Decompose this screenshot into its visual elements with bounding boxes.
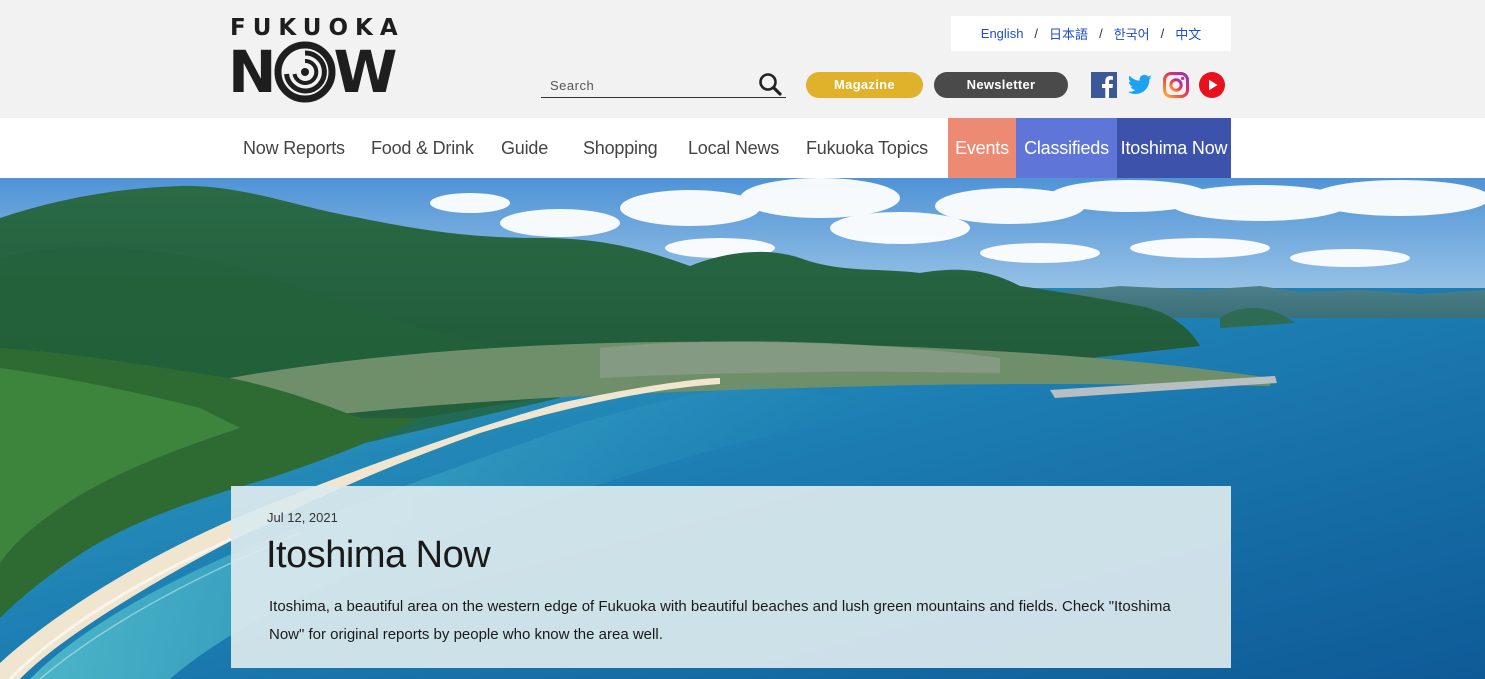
lang-english-link[interactable]: English bbox=[981, 26, 1024, 41]
nav-local-news[interactable]: Local News bbox=[688, 118, 779, 178]
site-header: FUKUOKA N W English / 日本語 / 한국어 / 中文 Sea… bbox=[0, 0, 1485, 118]
logo-swirl-icon bbox=[274, 41, 336, 103]
lang-korean-link[interactable]: 한국어 bbox=[1114, 24, 1150, 43]
lang-separator: / bbox=[1034, 26, 1039, 41]
search-input[interactable] bbox=[550, 78, 750, 93]
lang-japanese-link[interactable]: 日本語 bbox=[1049, 24, 1088, 43]
instagram-icon[interactable] bbox=[1163, 72, 1189, 98]
twitter-icon[interactable] bbox=[1127, 72, 1153, 98]
logo-letter-n: N bbox=[228, 38, 277, 106]
logo-letter-w: W bbox=[333, 38, 398, 106]
hero-banner: Jul 12, 2021 Itoshima Now Itoshima, a be… bbox=[0, 178, 1485, 679]
featured-article-card[interactable]: Jul 12, 2021 Itoshima Now Itoshima, a be… bbox=[231, 486, 1231, 668]
nav-classifieds[interactable]: Classifieds bbox=[1016, 118, 1117, 178]
newsletter-button[interactable]: Newsletter bbox=[934, 72, 1068, 98]
lang-separator: / bbox=[1099, 26, 1103, 41]
logo-wordmark-top: FUKUOKA bbox=[230, 15, 405, 41]
fukuoka-now-logo[interactable]: FUKUOKA N W bbox=[228, 15, 430, 106]
search-icon[interactable] bbox=[758, 72, 782, 96]
logo-wordmark-bottom: N W bbox=[228, 38, 398, 106]
nav-food-drink[interactable]: Food & Drink bbox=[371, 118, 474, 178]
search-bar bbox=[541, 70, 786, 98]
magazine-button[interactable]: Magazine bbox=[806, 72, 923, 98]
nav-shopping[interactable]: Shopping bbox=[583, 118, 658, 178]
article-date: Jul 12, 2021 bbox=[267, 510, 338, 525]
main-nav: Now Reports Food & Drink Guide Shopping … bbox=[0, 118, 1485, 178]
article-title[interactable]: Itoshima Now bbox=[266, 534, 491, 577]
article-description: Itoshima, a beautiful area on the wester… bbox=[269, 598, 1171, 643]
nav-events[interactable]: Events bbox=[948, 118, 1016, 178]
nav-now-reports[interactable]: Now Reports bbox=[243, 118, 345, 178]
facebook-icon[interactable] bbox=[1091, 72, 1117, 98]
nav-fukuoka-topics[interactable]: Fukuoka Topics bbox=[806, 118, 928, 178]
nav-itoshima-now[interactable]: Itoshima Now bbox=[1117, 118, 1231, 178]
lang-chinese-link[interactable]: 中文 bbox=[1175, 24, 1201, 43]
language-switcher: English / 日本語 / 한국어 / 中文 bbox=[951, 16, 1231, 51]
nav-guide[interactable]: Guide bbox=[501, 118, 548, 178]
lang-separator: / bbox=[1160, 26, 1165, 41]
youtube-icon[interactable] bbox=[1199, 72, 1225, 98]
